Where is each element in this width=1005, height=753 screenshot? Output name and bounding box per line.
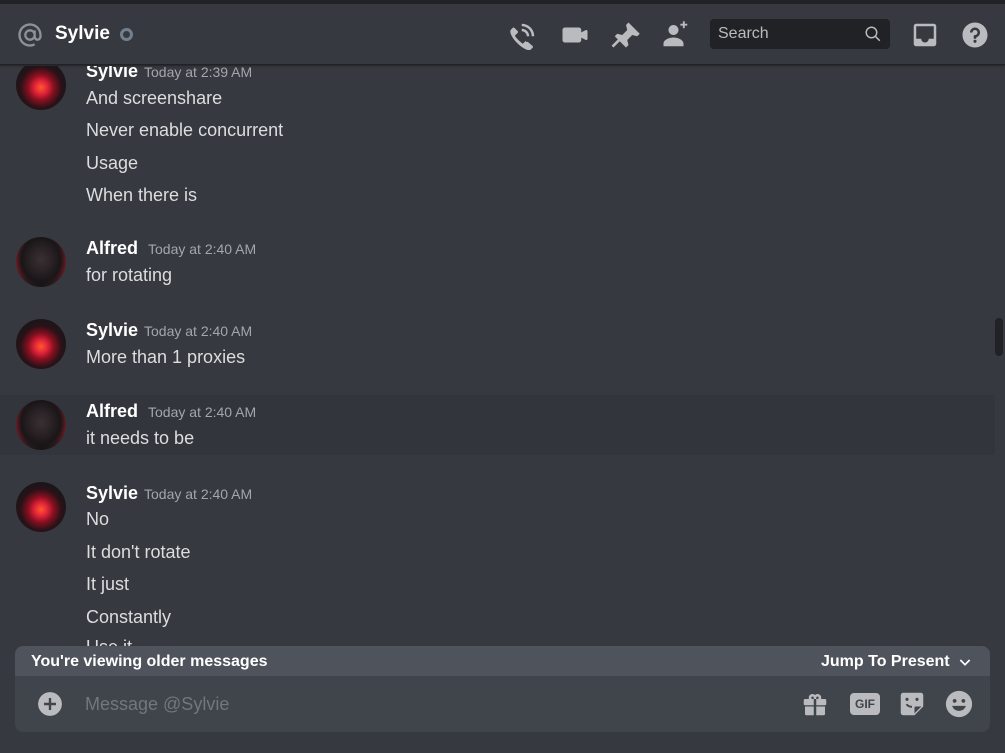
message-group: Sylvie Today at 2:40 AM More than 1 prox… — [0, 309, 995, 379]
avatar[interactable] — [16, 66, 66, 110]
message-text: And screenshare — [86, 88, 223, 108]
message-timestamp: Today at 2:40 AM — [148, 404, 257, 420]
phone-call-icon[interactable] — [508, 20, 538, 50]
message-text: Use it — [86, 635, 132, 646]
scrollbar-thumb[interactable] — [995, 318, 1003, 356]
chevron-down-icon[interactable] — [957, 654, 973, 670]
gift-icon[interactable] — [800, 689, 830, 719]
emoji-icon[interactable] — [944, 689, 974, 719]
avatar[interactable] — [16, 237, 66, 287]
message-timestamp: Today at 2:39 AM — [144, 66, 253, 80]
at-icon — [18, 23, 42, 47]
older-messages-bar: You're viewing older messages Jump To Pr… — [15, 646, 990, 678]
message-author[interactable]: Sylvie — [86, 482, 138, 504]
avatar[interactable] — [16, 319, 66, 369]
message-text: Never enable concurrent — [86, 120, 284, 140]
message-timestamp: Today at 2:40 AM — [144, 486, 253, 502]
gif-icon[interactable]: GIF — [850, 693, 880, 715]
message-group: Alfred Today at 2:40 AM for rotating — [0, 228, 995, 298]
message-text: it needs to be — [86, 428, 195, 448]
message-input[interactable] — [85, 676, 785, 732]
message-group: Sylvie Today at 2:40 AM No It don't rota… — [0, 472, 995, 646]
message-composer: GIF — [15, 676, 990, 732]
message-author[interactable]: Alfred — [86, 400, 138, 422]
search-box[interactable] — [710, 19, 890, 49]
message-text: Constantly — [86, 607, 172, 627]
message-text: It just — [86, 574, 130, 594]
scrollbar[interactable] — [995, 66, 1005, 646]
message-group: Alfred Today at 2:40 AM it needs to be — [0, 395, 995, 455]
message-author[interactable]: Sylvie — [86, 66, 138, 82]
older-messages-text: You're viewing older messages — [31, 653, 268, 670]
help-icon[interactable] — [960, 20, 990, 50]
message-author[interactable]: Alfred — [86, 237, 138, 259]
message-text: It don't rotate — [86, 542, 191, 562]
page-title: Sylvie — [55, 23, 110, 44]
message-timestamp: Today at 2:40 AM — [144, 323, 253, 339]
message-text: More than 1 proxies — [86, 347, 246, 367]
message-list[interactable]: Sylvie Today at 2:39 AM And screenshare … — [0, 66, 995, 646]
message-timestamp: Today at 2:40 AM — [148, 241, 257, 257]
plus-circle-icon[interactable] — [37, 691, 63, 717]
message-text: for rotating — [86, 265, 173, 285]
jump-to-present-button[interactable]: Jump To Present — [821, 652, 950, 672]
add-friend-icon[interactable] — [661, 20, 691, 50]
message-author[interactable]: Sylvie — [86, 319, 138, 341]
sticker-icon[interactable] — [897, 689, 927, 719]
message-text: Usage — [86, 153, 139, 173]
search-input[interactable] — [710, 19, 890, 49]
avatar[interactable] — [16, 400, 66, 450]
status-offline-icon — [120, 28, 133, 41]
avatar[interactable] — [16, 482, 66, 532]
video-call-icon[interactable] — [560, 20, 590, 50]
inbox-icon[interactable] — [910, 20, 940, 50]
message-text: No — [86, 509, 110, 529]
message-group: Sylvie Today at 2:39 AM And screenshare … — [0, 66, 995, 212]
message-text: When there is — [86, 185, 198, 205]
channel-header: Sylvie — [0, 4, 1005, 65]
pin-icon[interactable] — [611, 20, 641, 50]
search-icon — [865, 26, 881, 42]
